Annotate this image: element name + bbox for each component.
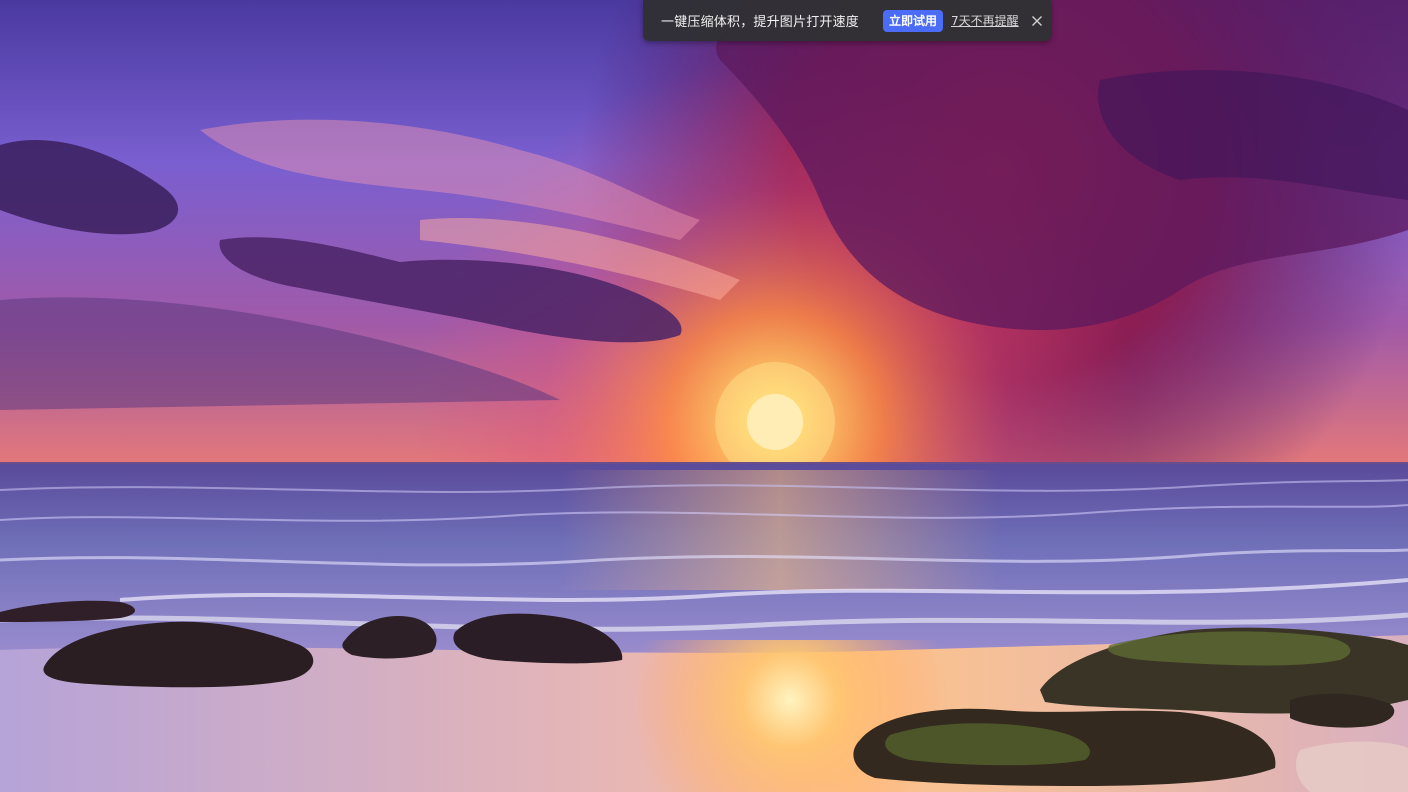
image-viewer: 一键压缩体积，提升图片打开速度 立即试用 7天不再提醒 <box>0 0 1408 792</box>
toast-message: 一键压缩体积，提升图片打开速度 <box>661 15 860 30</box>
dismiss-7-days-link[interactable]: 7天不再提醒 <box>951 12 1019 29</box>
close-icon[interactable] <box>1031 13 1043 29</box>
notification-toast: 一键压缩体积，提升图片打开速度 立即试用 7天不再提醒 <box>643 0 1051 41</box>
try-now-button[interactable]: 立即试用 <box>883 9 944 32</box>
sunset-beach-photo <box>0 0 1408 792</box>
